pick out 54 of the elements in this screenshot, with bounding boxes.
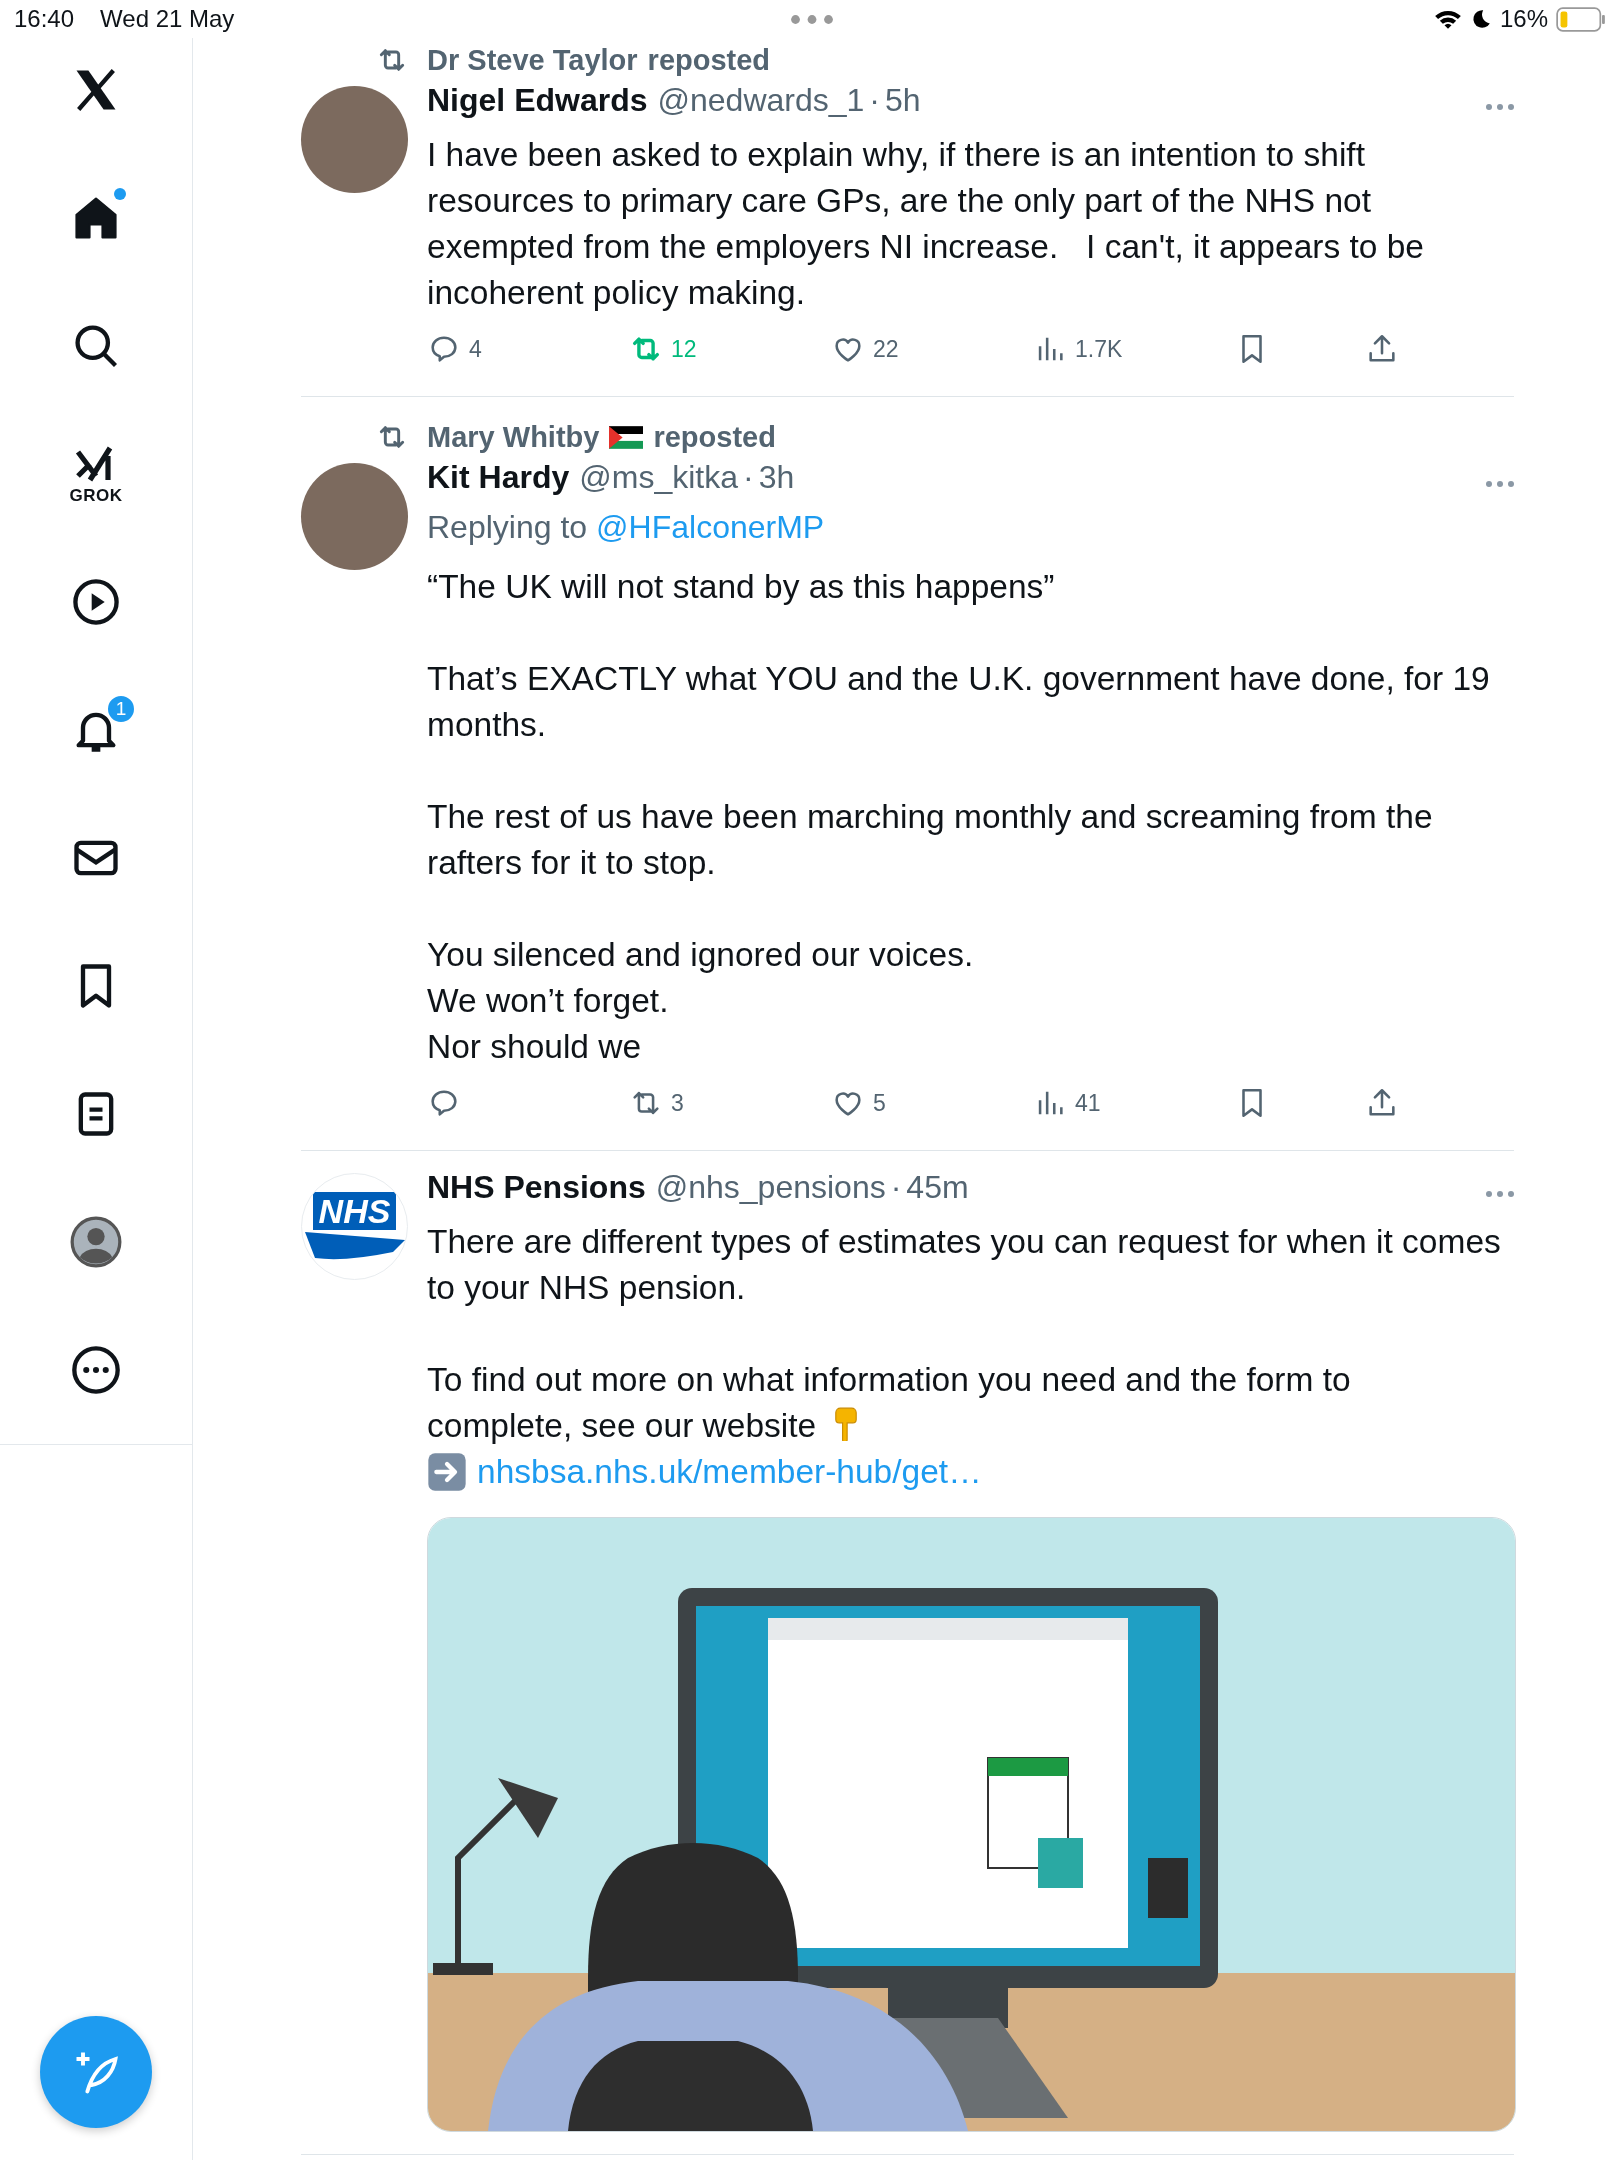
illustration-drawing[interactable] [427,1517,1516,2132]
status-date: Wed 21 May [100,5,235,33]
dot-separator: · [743,459,754,496]
compose-post-button[interactable] [40,2016,152,2128]
post-text: I have been asked to explain why, if there is an intention to shift resources to primary care GPs, are the only part of the NHS not exempted from the employers NI increase. I can't, it appears to be incoherent policy making. [427,136,1425,311]
like-count: 22 [873,335,899,363]
post-time: 45m [906,1169,969,1206]
more-options-icon[interactable] [1485,480,1515,488]
reposted-label: reposted [653,420,776,454]
nhs-logo-text: NHS [312,1191,397,1230]
more-icon[interactable] [70,1344,122,1396]
grok-label[interactable]: GROK [69,486,123,506]
battery-icon [1556,6,1606,32]
post-text: That’s EXACTLY what YOU and the U.K. government have done, for 19 months. [427,660,1491,743]
author-name[interactable]: Nigel Edwards [427,82,648,119]
post-text: You silenced and ignored our voices. [427,936,974,973]
wifi-icon [1433,8,1462,30]
notification-badge: 1 [106,694,136,724]
more-options-icon[interactable] [1485,103,1515,111]
post-text: Nor should we [427,1028,642,1065]
profile-avatar-icon[interactable] [70,1216,122,1268]
flag-icon [609,425,644,449]
battery-percentage: 16% [1499,5,1548,33]
play-icon[interactable] [70,576,122,628]
post-time: 5h [885,82,921,119]
author-handle[interactable]: @nhs_pensions [655,1169,886,1206]
dot-separator: · [890,1169,902,1206]
author-handle[interactable]: @ms_kitka [579,459,738,496]
post-text: The rest of us have been marching monthly and screaming from the rafters for it to stop. [427,798,1434,881]
reposter-name[interactable]: Dr Steve Taylor [427,43,638,77]
post-text: To find out more on what information you need and the form to [427,1361,1351,1398]
post-text: We won’t forget. [427,982,669,1019]
author-name[interactable]: NHS Pensions [427,1169,646,1206]
like-count: 5 [873,1089,886,1117]
post-time: 3h [758,459,795,496]
dot-separator: · [869,82,880,119]
view-count: 41 [1075,1089,1101,1117]
swoosh-icon [304,1231,405,1262]
reply-count: 4 [469,335,482,363]
view-count: 1.7K [1075,335,1123,363]
multitasking-dots-icon[interactable] [790,14,834,25]
post-text: “The UK will not stand by as this happens” [427,568,1055,605]
author-name[interactable]: Kit Hardy [427,459,570,496]
reposter-name[interactable]: Mary Whitby [427,420,600,454]
nhs-logo-avatar[interactable]: NHS [301,1173,408,1280]
repost-count: 3 [671,1089,684,1117]
post-text: complete, see our website [427,1407,817,1444]
more-options-icon[interactable] [1485,1190,1515,1198]
replying-to-label: Replying to [427,509,588,546]
repost-count: 12 [671,335,697,363]
reposted-label: reposted [647,43,771,77]
post-text: There are different types of estimates you can request for when it comes to your NHS pension. [427,1223,1502,1306]
author-handle[interactable]: @nedwards_1 [657,82,865,119]
status-time: 16:40 [14,5,75,33]
